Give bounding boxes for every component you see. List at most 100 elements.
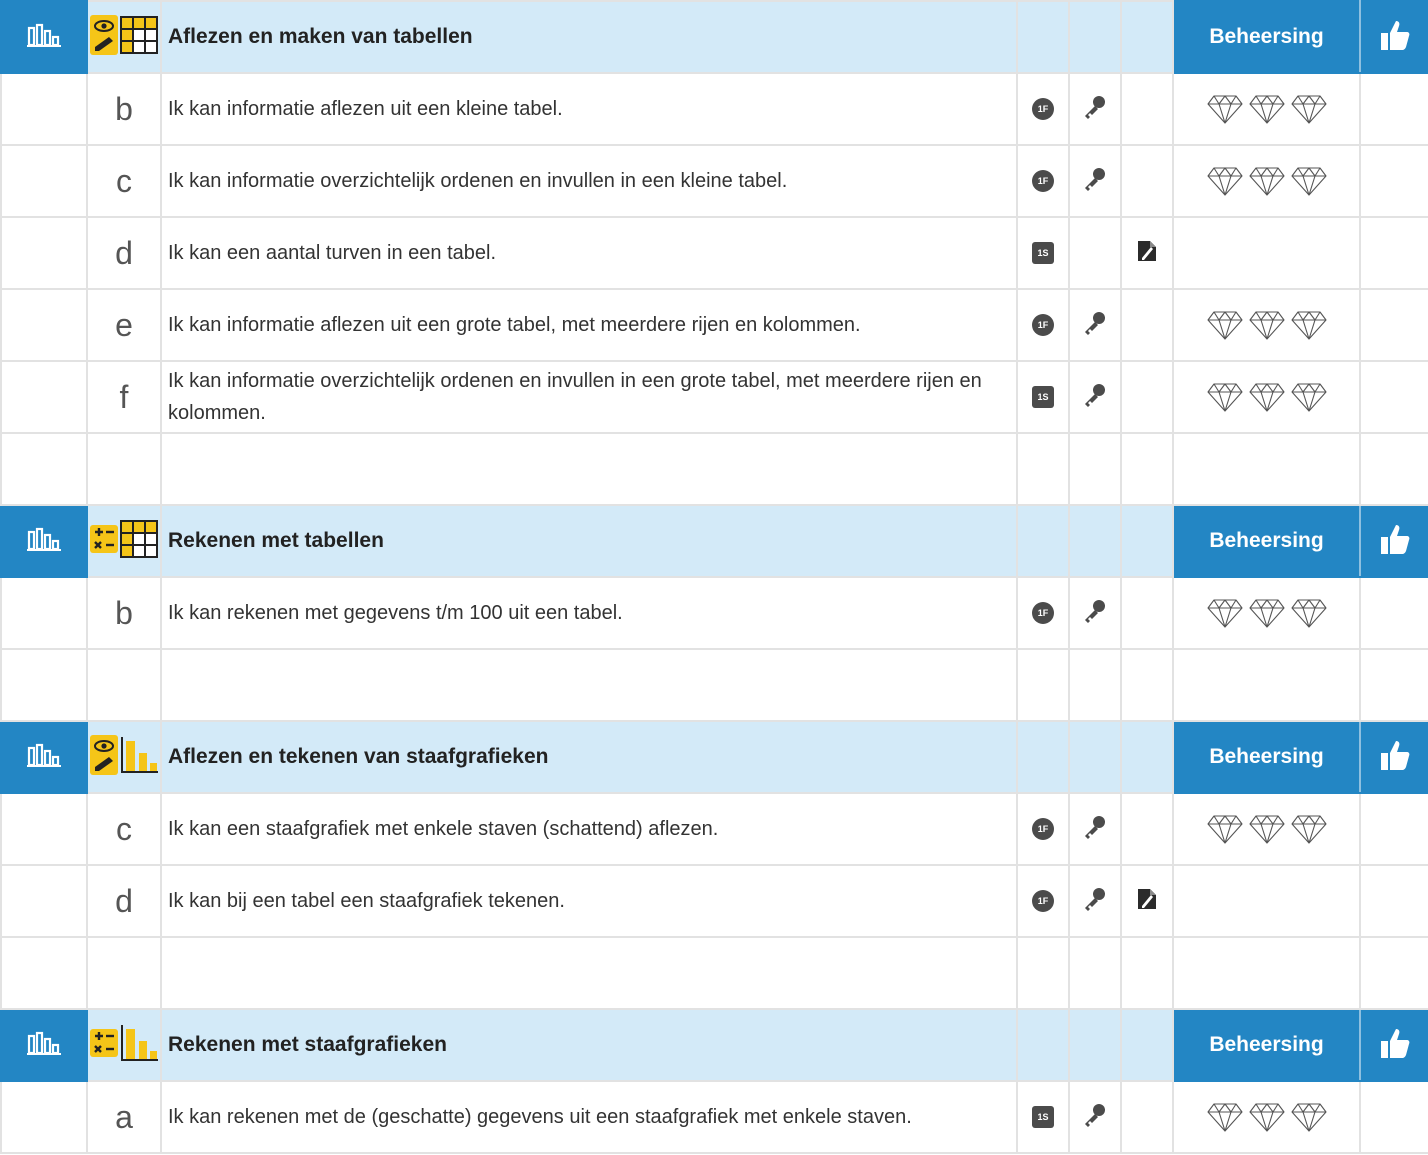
bar-chart-stats-icon <box>27 742 61 773</box>
worksheet-cell <box>1120 288 1174 362</box>
spacer-cell <box>0 936 88 1010</box>
spacer-cell <box>1120 936 1174 1010</box>
diamond-icon[interactable] <box>1248 814 1285 844</box>
diamond-icon[interactable] <box>1248 598 1285 628</box>
bar-chart-stats-icon <box>27 526 61 557</box>
worksheet-cell[interactable] <box>1120 864 1174 938</box>
level-badge: 1F <box>1032 170 1054 192</box>
spacer-cell <box>1120 648 1174 722</box>
section-title: Rekenen met staafgrafieken <box>160 1008 1018 1082</box>
stats-button[interactable] <box>0 720 88 794</box>
goal-row: f Ik kan informatie overzichtelijk ordene… <box>0 360 1428 434</box>
header-empty-cell <box>1016 0 1070 74</box>
diamond-icon[interactable] <box>1248 382 1285 412</box>
diamond-icon[interactable] <box>1290 598 1327 628</box>
key-cell[interactable] <box>1068 576 1122 650</box>
goal-row: e Ik kan informatie aflezen uit een grote… <box>0 288 1428 362</box>
row-empty-cell <box>1359 1080 1428 1154</box>
key-icon[interactable] <box>1082 814 1108 845</box>
mastery-gems-cell <box>1172 72 1361 146</box>
section-header: Rekenen met staafgrafieken Beheersing <box>0 1008 1428 1082</box>
row-empty-cell <box>1359 576 1428 650</box>
mastery-gems-cell <box>1172 360 1361 434</box>
header-empty-cell <box>1068 0 1122 74</box>
worksheet-cell <box>1120 792 1174 866</box>
spacer-cell <box>160 432 1018 506</box>
worksheet-cell <box>1120 72 1174 146</box>
spacer-row <box>0 648 1428 722</box>
diamond-icon[interactable] <box>1206 166 1243 196</box>
thumbs-up-button[interactable] <box>1359 0 1428 74</box>
goal-text: Ik kan informatie aflezen uit een kleine… <box>160 72 1018 146</box>
row-empty-cell <box>0 1080 88 1154</box>
key-cell[interactable] <box>1068 288 1122 362</box>
mastery-gems-cell <box>1172 288 1361 362</box>
table-icon <box>120 15 158 59</box>
diamond-icon[interactable] <box>1206 814 1243 844</box>
diamond-icon[interactable] <box>1206 310 1243 340</box>
key-cell[interactable] <box>1068 72 1122 146</box>
level-badge: 1S <box>1032 242 1054 264</box>
mastery-gems-cell <box>1172 792 1361 866</box>
thumbs-up-button[interactable] <box>1359 1008 1428 1082</box>
diamond-icon[interactable] <box>1290 310 1327 340</box>
diamond-icon[interactable] <box>1248 94 1285 124</box>
stats-button[interactable] <box>0 0 88 74</box>
diamond-icon[interactable] <box>1290 94 1327 124</box>
row-empty-cell <box>0 72 88 146</box>
diamond-icon[interactable] <box>1206 94 1243 124</box>
level-badge: 1F <box>1032 314 1054 336</box>
section-title: Rekenen met tabellen <box>160 504 1018 578</box>
diamond-icon[interactable] <box>1248 1102 1285 1132</box>
key-cell[interactable] <box>1068 144 1122 218</box>
level-badge: 1F <box>1032 602 1054 624</box>
key-icon[interactable] <box>1082 886 1108 917</box>
diamond-icon[interactable] <box>1248 310 1285 340</box>
key-icon[interactable] <box>1082 94 1108 125</box>
level-badge: 1S <box>1032 1106 1054 1128</box>
key-cell[interactable] <box>1068 360 1122 434</box>
level-cell: 1S <box>1016 216 1070 290</box>
level-badge: 1S <box>1032 386 1054 408</box>
worksheet-edit-icon[interactable] <box>1134 238 1160 269</box>
key-icon[interactable] <box>1082 166 1108 197</box>
thumbs-up-button[interactable] <box>1359 504 1428 578</box>
goal-text: Ik kan informatie overzichtelijk ordenen… <box>160 360 1018 434</box>
goal-row: d Ik kan bij een tabel een staafgrafiek t… <box>0 864 1428 938</box>
worksheet-cell <box>1120 576 1174 650</box>
diamond-icon[interactable] <box>1206 1102 1243 1132</box>
stats-button[interactable] <box>0 1008 88 1082</box>
key-cell[interactable] <box>1068 1080 1122 1154</box>
diamond-icon[interactable] <box>1206 598 1243 628</box>
stats-button[interactable] <box>0 504 88 578</box>
key-icon[interactable] <box>1082 1102 1108 1133</box>
diamond-icon[interactable] <box>1290 1102 1327 1132</box>
key-icon[interactable] <box>1082 310 1108 341</box>
goal-row: d Ik kan een aantal turven in een tabel. 1… <box>0 216 1428 290</box>
level-cell: 1F <box>1016 72 1070 146</box>
spacer-cell <box>1016 648 1070 722</box>
worksheet-cell[interactable] <box>1120 216 1174 290</box>
thumbs-up-button[interactable] <box>1359 720 1428 794</box>
diamond-icon[interactable] <box>1290 382 1327 412</box>
spacer-cell <box>1120 432 1174 506</box>
beheersing-header: Beheersing <box>1172 1008 1361 1082</box>
worksheet-edit-icon[interactable] <box>1134 886 1160 917</box>
spacer-cell <box>1359 648 1428 722</box>
diamond-icon[interactable] <box>1206 382 1243 412</box>
key-cell[interactable] <box>1068 792 1122 866</box>
goal-row: b Ik kan rekenen met gegevens t/m 100 uit… <box>0 576 1428 650</box>
diamond-icon[interactable] <box>1290 814 1327 844</box>
spacer-cell <box>0 432 88 506</box>
key-icon[interactable] <box>1082 598 1108 629</box>
level-badge: 1F <box>1032 890 1054 912</box>
header-empty-cell <box>1016 504 1070 578</box>
spacer-cell <box>1016 936 1070 1010</box>
row-empty-cell <box>0 576 88 650</box>
diamond-icon[interactable] <box>1290 166 1327 196</box>
goal-row: a Ik kan rekenen met de (geschatte) gegev… <box>0 1080 1428 1154</box>
beheersing-header: Beheersing <box>1172 504 1361 578</box>
key-cell[interactable] <box>1068 864 1122 938</box>
diamond-icon[interactable] <box>1248 166 1285 196</box>
key-icon[interactable] <box>1082 382 1108 413</box>
